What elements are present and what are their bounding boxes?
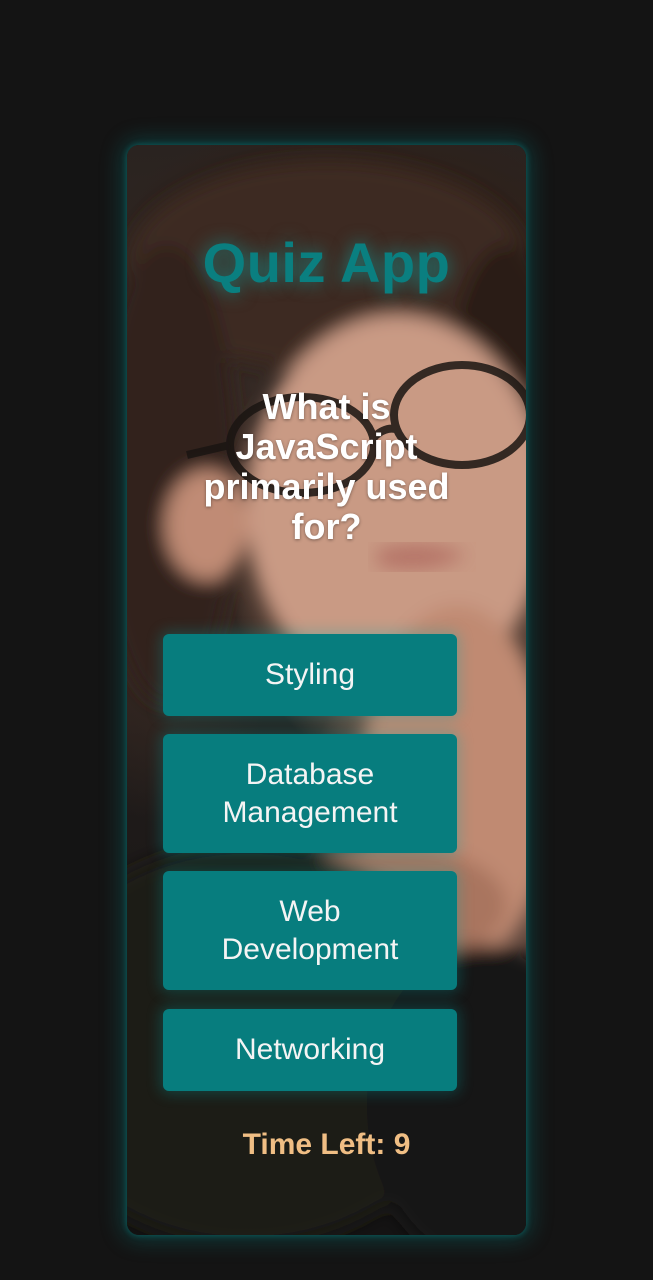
option-button-web-development[interactable]: Web Development [163,871,457,990]
answer-options: Styling Database Management Web Developm… [163,634,457,1091]
question-text: What is JavaScript primarily used for? [203,386,450,547]
quiz-card: Quiz App What is JavaScript primarily us… [127,145,526,1235]
time-left-label: Time Left: 9 [242,1128,411,1161]
option-button-database-management[interactable]: Database Management [163,734,457,853]
option-button-styling[interactable]: Styling [163,634,457,716]
app-title: Quiz App [202,231,451,294]
option-button-networking[interactable]: Networking [163,1009,457,1091]
